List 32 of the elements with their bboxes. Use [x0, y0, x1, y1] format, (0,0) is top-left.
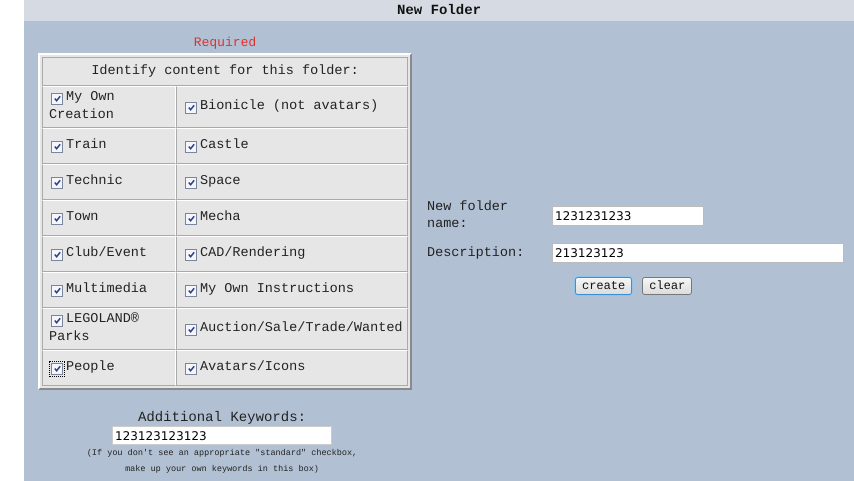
category-checkbox[interactable]: Space	[183, 173, 241, 191]
checkbox-icon[interactable]	[49, 174, 65, 190]
folder-name-field[interactable]: 1231231233	[552, 206, 704, 226]
checkbox-icon[interactable]	[183, 138, 199, 154]
description-label: Description:	[427, 244, 526, 262]
checkbox-icon[interactable]	[183, 282, 199, 298]
checkbox-icon[interactable]	[183, 210, 199, 226]
keywords-field[interactable]: 123123123123	[112, 426, 332, 445]
category-checkbox[interactable]: Castle	[183, 137, 249, 155]
keywords-note: (If you don't see an appropriate "standard" checkbox, make up your own keywords in this box)	[86, 447, 358, 476]
category-checkbox[interactable]: Mecha	[183, 209, 241, 227]
checkbox-icon[interactable]	[183, 100, 199, 116]
create-button[interactable]: create	[575, 277, 632, 295]
page-title: New Folder	[396, 2, 481, 18]
checkbox-icon[interactable]	[183, 322, 199, 338]
folder-name-label: New folder name:	[427, 199, 510, 233]
category-checkbox[interactable]: Town	[49, 209, 98, 227]
description-field[interactable]: 213123123	[552, 243, 844, 263]
checkbox-icon[interactable]	[49, 138, 65, 154]
table-heading: Identify content for this folder:	[42, 57, 408, 86]
checkbox-icon[interactable]	[183, 246, 199, 262]
keywords-label: Additional Keywords:	[138, 410, 306, 426]
checkbox-icon[interactable]	[49, 210, 65, 226]
checkbox-icon[interactable]	[49, 360, 65, 376]
checkbox-icon[interactable]	[183, 174, 199, 190]
required-label: Required	[194, 35, 256, 52]
checkbox-icon[interactable]	[183, 360, 199, 376]
checkbox-icon[interactable]	[49, 282, 65, 298]
checkbox-icon[interactable]	[49, 312, 65, 328]
checkbox-icon[interactable]	[49, 90, 65, 106]
clear-button[interactable]: clear	[642, 277, 692, 295]
checkbox-icon[interactable]	[49, 246, 65, 262]
